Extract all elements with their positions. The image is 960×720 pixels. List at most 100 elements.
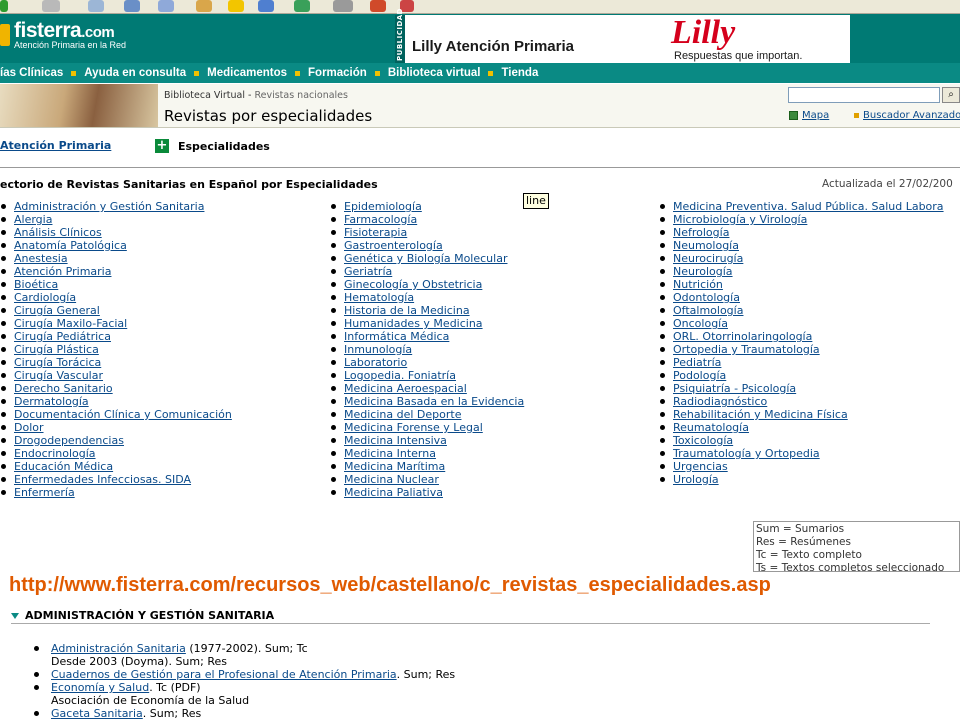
specialty-link[interactable]: ORL. Otorrinolaringología [673, 330, 812, 343]
search-button[interactable]: ⌕ [942, 87, 960, 103]
specialty-link[interactable]: Medicina Paliativa [344, 486, 443, 499]
plus-icon[interactable]: + [155, 139, 169, 153]
specialty-link[interactable]: Informática Médica [344, 330, 449, 343]
specialty-link[interactable]: Medicina Preventiva. Salud Pública. Salu… [673, 200, 944, 213]
journal-note: Asociación de Economía de la Salud [51, 694, 250, 707]
nav-item[interactable]: Tienda [501, 67, 538, 79]
tab-especialidades[interactable]: Especialidades [178, 140, 270, 153]
specialty-link[interactable]: Radiodiagnóstico [673, 395, 767, 408]
specialty-link[interactable]: Bioética [14, 278, 58, 291]
refresh-icon[interactable] [124, 0, 140, 12]
favorites-icon[interactable] [228, 0, 244, 12]
stop-icon[interactable] [42, 0, 60, 12]
window-icon[interactable] [158, 0, 174, 12]
section-heading-text: ADMINISTRACIÓN Y GESTIÓN SANITARIA [25, 609, 275, 622]
specialty-link[interactable]: Farmacología [344, 213, 417, 226]
specialty-link[interactable]: Epidemiología [344, 200, 422, 213]
specialty-link[interactable]: Humanidades y Medicina [344, 317, 483, 330]
nav-item[interactable]: Ayuda en consulta [84, 67, 186, 79]
specialty-link[interactable]: Traumatología y Ortopedia [673, 447, 820, 460]
specialty-link[interactable]: Cirugía Plástica [14, 343, 99, 356]
specialty-link[interactable]: Hematología [344, 291, 414, 304]
breadcrumb-parent[interactable]: Biblioteca Virtual [164, 90, 245, 101]
tab-atencion-primaria[interactable]: Atención Primaria [0, 139, 111, 152]
history-icon[interactable] [294, 0, 310, 12]
journal-link[interactable]: Gaceta Sanitaria [51, 707, 143, 720]
specialty-link[interactable]: Cardiología [14, 291, 76, 304]
specialty-link[interactable]: Endocrinología [14, 447, 96, 460]
specialty-link[interactable]: Genética y Biología Molecular [344, 252, 507, 265]
specialty-link[interactable]: Fisioterapia [344, 226, 407, 239]
specialty-link[interactable]: Laboratorio [344, 356, 407, 369]
specialty-link[interactable]: Microbiología y Virología [673, 213, 807, 226]
specialty-link[interactable]: Urología [673, 473, 719, 486]
specialty-link[interactable]: Cirugía Maxilo-Facial [14, 317, 127, 330]
specialty-link[interactable]: Enfermedades Infecciosas. SIDA [14, 473, 191, 486]
specialty-link[interactable]: Medicina del Deporte [344, 408, 461, 421]
specialty-link[interactable]: Rehabilitación y Medicina Física [673, 408, 848, 421]
specialty-link[interactable]: Cirugía General [14, 304, 100, 317]
specialty-link[interactable]: Medicina Intensiva [344, 434, 447, 447]
specialty-item: Hematología [330, 291, 524, 304]
specialty-link[interactable]: Medicina Basada en la Evidencia [344, 395, 524, 408]
specialty-link[interactable]: Neurología [673, 265, 733, 278]
specialty-link[interactable]: Odontología [673, 291, 740, 304]
specialty-link[interactable]: Oftalmología [673, 304, 743, 317]
specialty-link[interactable]: Cirugía Pediátrica [14, 330, 111, 343]
specialty-link[interactable]: Análisis Clínicos [14, 226, 102, 239]
journal-link[interactable]: Administración Sanitaria [51, 642, 186, 655]
search-input[interactable] [788, 87, 940, 103]
specialty-link[interactable]: Inmunología [344, 343, 412, 356]
specialty-link[interactable]: Medicina Forense y Legal [344, 421, 483, 434]
specialty-link[interactable]: Toxicología [673, 434, 733, 447]
specialty-link[interactable]: Cirugía Torácica [14, 356, 101, 369]
specialty-link[interactable]: Reumatología [673, 421, 749, 434]
print-icon[interactable] [333, 0, 353, 12]
journal-link[interactable]: Cuadernos de Gestión para el Profesional… [51, 668, 397, 681]
nav-item[interactable]: Biblioteca virtual [388, 67, 481, 79]
specialty-link[interactable]: Pediatría [673, 356, 721, 369]
specialty-link[interactable]: Dolor [14, 421, 44, 434]
advanced-search-link[interactable]: Buscador Avanzado [863, 110, 960, 121]
nav-item[interactable]: Formación [308, 67, 367, 79]
specialty-link[interactable]: Cirugía Vascular [14, 369, 103, 382]
specialty-link[interactable]: Enfermería [14, 486, 75, 499]
specialty-link[interactable]: Logopedia. Foniatría [344, 369, 456, 382]
specialty-link[interactable]: Gastroenterología [344, 239, 443, 252]
specialty-link[interactable]: Psiquiatría - Psicología [673, 382, 796, 395]
specialty-link[interactable]: Educación Médica [14, 460, 113, 473]
specialty-link[interactable]: Nutrición [673, 278, 723, 291]
specialty-link[interactable]: Geriatría [344, 265, 392, 278]
specialty-link[interactable]: Ortopedia y Traumatología [673, 343, 820, 356]
journal-link[interactable]: Economía y Salud [51, 681, 149, 694]
search-icon[interactable] [196, 0, 212, 12]
specialty-link[interactable]: Anestesia [14, 252, 68, 265]
specialty-link[interactable]: Oncología [673, 317, 728, 330]
specialty-link[interactable]: Medicina Marítima [344, 460, 445, 473]
edit-icon[interactable] [370, 0, 386, 12]
specialty-link[interactable]: Administración y Gestión Sanitaria [14, 200, 204, 213]
home-icon[interactable] [88, 0, 104, 12]
specialty-link[interactable]: Historia de la Medicina [344, 304, 470, 317]
specialty-link[interactable]: Urgencias [673, 460, 728, 473]
specialty-link[interactable]: Anatomía Patológica [14, 239, 127, 252]
back-icon[interactable] [0, 0, 8, 12]
specialty-link[interactable]: Documentación Clínica y Comunicación [14, 408, 232, 421]
specialty-link[interactable]: Medicina Interna [344, 447, 436, 460]
specialty-link[interactable]: Dermatología [14, 395, 89, 408]
specialty-link[interactable]: Neurocirugía [673, 252, 743, 265]
specialty-link[interactable]: Derecho Sanitario [14, 382, 113, 395]
specialty-link[interactable]: Atención Primaria [14, 265, 111, 278]
specialty-link[interactable]: Ginecología y Obstetricia [344, 278, 482, 291]
specialty-link[interactable]: Neumología [673, 239, 739, 252]
specialty-link[interactable]: Podología [673, 369, 726, 382]
specialty-link[interactable]: Medicina Aeroespacial [344, 382, 467, 395]
specialty-link[interactable]: Nefrología [673, 226, 729, 239]
specialty-link[interactable]: Alergia [14, 213, 52, 226]
specialty-link[interactable]: Medicina Nuclear [344, 473, 439, 486]
nav-item[interactable]: Medicamentos [207, 67, 287, 79]
specialty-link[interactable]: Drogodependencias [14, 434, 124, 447]
map-link[interactable]: Mapa [802, 110, 829, 121]
media-icon[interactable] [258, 0, 274, 12]
nav-item[interactable]: ías Clínicas [0, 67, 63, 79]
